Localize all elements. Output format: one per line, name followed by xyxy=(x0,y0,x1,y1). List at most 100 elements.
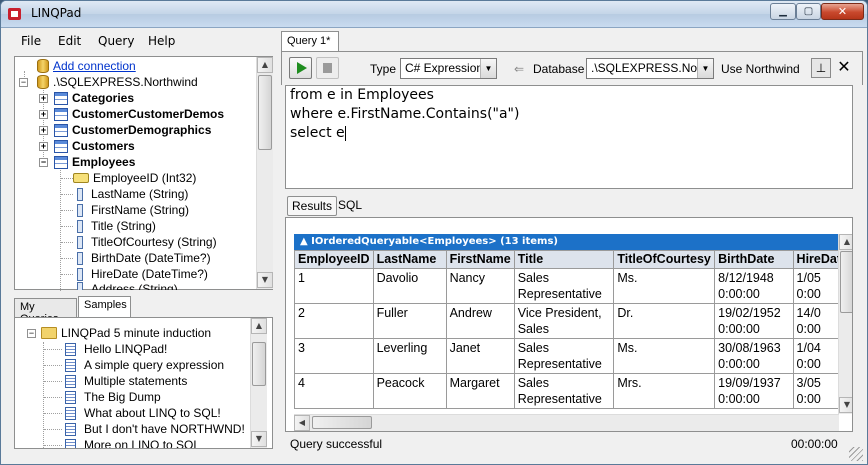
tab-samples[interactable]: Samples xyxy=(78,296,131,318)
sample-item[interactable]: What about LINQ to SQL! xyxy=(65,405,221,421)
table-cell: Peacock xyxy=(372,373,447,409)
document-icon xyxy=(65,390,76,404)
sample-item[interactable]: More on LINQ to SQL xyxy=(65,437,200,448)
table-cell: Dr. xyxy=(613,303,716,339)
scroll-thumb[interactable] xyxy=(840,251,852,313)
tab-results[interactable]: Results xyxy=(287,196,338,216)
chevron-down-icon[interactable]: ▼ xyxy=(480,59,496,78)
menu-help[interactable]: Help xyxy=(148,34,175,48)
menu-edit[interactable]: Edit xyxy=(58,34,81,48)
query-type-select[interactable]: C# Expression ▼ xyxy=(400,58,497,79)
scroll-down-icon[interactable]: ▼ xyxy=(839,397,852,413)
table-row[interactable]: 4 Peacock Margaret Sales Representative Mrs.… xyxy=(294,373,852,409)
schema-tree-scrollbar[interactable]: ▲ ▼ xyxy=(256,57,273,289)
menu-bar: File Edit Query Help xyxy=(1,29,276,53)
sample-item[interactable]: Hello LINQPad! xyxy=(65,341,167,357)
column-header[interactable]: LastName xyxy=(372,250,447,269)
maximize-button[interactable]: ▢ xyxy=(796,3,821,20)
primary-key-icon xyxy=(73,173,89,183)
table-row[interactable]: 3 Leverling Janet Sales Representative Ms. 30… xyxy=(294,338,852,374)
connection-node[interactable]: − .\SQLEXPRESS.Northwind xyxy=(19,74,198,90)
samples-folder-label: LINQPad 5 minute induction xyxy=(61,326,212,340)
scroll-left-icon[interactable]: ◀ xyxy=(294,415,310,431)
column-icon xyxy=(77,219,83,233)
sample-item[interactable]: The Big Dump xyxy=(65,389,161,405)
column-node[interactable]: FirstName (String) xyxy=(73,202,189,218)
column-header[interactable]: FirstName xyxy=(445,250,515,269)
pin-icon[interactable]: ⊥ xyxy=(811,58,831,78)
minimize-button[interactable]: ▁ xyxy=(770,3,796,20)
document-icon xyxy=(65,438,76,448)
resize-grip-icon[interactable] xyxy=(849,447,863,461)
query-toolbar: Type C# Expression ▼ ⇐ Database .\SQLEXP… xyxy=(281,51,863,85)
table-node-customerdemographics[interactable]: + CustomerDemographics xyxy=(39,122,211,138)
collapse-icon[interactable]: − xyxy=(39,157,48,167)
tab-sql[interactable]: SQL xyxy=(334,196,366,216)
table-icon xyxy=(54,155,68,169)
add-connection-link[interactable]: Add connection xyxy=(37,58,136,74)
table-node-customercustomerdemos[interactable]: + CustomerCustomerDemos xyxy=(39,106,224,122)
table-row[interactable]: 2 Fuller Andrew Vice President, Sales Dr. 19/… xyxy=(294,303,852,339)
database-icon xyxy=(37,59,49,73)
database-select[interactable]: .\SQLEXPRESS.Northwind ▼ xyxy=(586,58,714,79)
column-header[interactable]: BirthDate xyxy=(714,250,794,269)
column-header[interactable]: Title xyxy=(513,250,615,269)
menu-file[interactable]: File xyxy=(21,34,41,48)
sample-item[interactable]: Multiple statements xyxy=(65,373,187,389)
scroll-down-icon[interactable]: ▼ xyxy=(257,272,273,288)
column-header[interactable]: EmployeeID xyxy=(294,250,374,269)
column-label: Title (String) xyxy=(91,219,156,233)
scroll-down-icon[interactable]: ▼ xyxy=(251,431,267,447)
table-node-categories[interactable]: + Categories xyxy=(39,90,134,106)
column-node[interactable]: Title (String) xyxy=(73,218,156,234)
close-query-icon[interactable]: ✕ xyxy=(834,57,854,77)
column-node[interactable]: BirthDate (DateTime?) xyxy=(73,250,211,266)
scroll-thumb[interactable] xyxy=(312,416,372,429)
add-connection-label[interactable]: Add connection xyxy=(53,59,136,73)
results-vscrollbar[interactable]: ▲ ▼ xyxy=(838,234,852,414)
samples-scrollbar[interactable]: ▲ ▼ xyxy=(250,318,267,448)
menu-query[interactable]: Query xyxy=(98,34,134,48)
column-node[interactable]: LastName (String) xyxy=(73,186,188,202)
document-icon xyxy=(65,422,76,436)
column-header[interactable]: TitleOfCourtesy xyxy=(613,250,716,269)
scroll-up-icon[interactable]: ▲ xyxy=(839,234,852,250)
scroll-up-icon[interactable]: ▲ xyxy=(257,57,273,73)
tab-my-queries[interactable]: My Queries xyxy=(14,298,77,325)
expand-icon[interactable]: + xyxy=(39,141,48,151)
scroll-thumb[interactable] xyxy=(258,75,272,150)
run-query-button[interactable] xyxy=(289,57,312,79)
column-label: EmployeeID (Int32) xyxy=(93,171,197,185)
samples-panel: − LINQPad 5 minute induction Hello LINQP… xyxy=(14,317,273,449)
chevron-down-icon[interactable]: ▼ xyxy=(697,59,713,78)
column-node[interactable]: HireDate (DateTime?) xyxy=(73,266,208,282)
close-window-button[interactable]: ✕ xyxy=(821,3,864,20)
sample-label: Multiple statements xyxy=(84,374,188,388)
table-cell: 1 xyxy=(294,268,374,304)
query-editor[interactable]: from e in Employees where e.FirstName.Co… xyxy=(285,85,853,189)
table-label: CustomerDemographics xyxy=(72,123,212,137)
collapse-icon[interactable]: − xyxy=(27,328,36,338)
scroll-thumb[interactable] xyxy=(252,342,266,386)
results-header[interactable]: ▲ IOrderedQueryable<Employees> (13 items… xyxy=(294,234,839,250)
scroll-up-icon[interactable]: ▲ xyxy=(251,318,267,334)
table-node-employees[interactable]: − Employees xyxy=(39,154,135,170)
column-icon xyxy=(77,203,83,217)
column-node[interactable]: EmployeeID (Int32) xyxy=(73,170,196,186)
tab-query-1[interactable]: Query 1* xyxy=(281,31,339,51)
samples-folder-node[interactable]: − LINQPad 5 minute induction xyxy=(27,325,211,341)
table-node-customers[interactable]: + Customers xyxy=(39,138,135,154)
sample-item[interactable]: But I don't have NORTHWND! xyxy=(65,421,245,437)
column-label: BirthDate (DateTime?) xyxy=(91,251,211,265)
expand-icon[interactable]: + xyxy=(39,109,48,119)
connection-label: .\SQLEXPRESS.Northwind xyxy=(53,75,198,89)
stop-query-button[interactable] xyxy=(316,57,339,79)
column-node[interactable]: Address (String) xyxy=(73,282,178,290)
column-node[interactable]: TitleOfCourtesy (String) xyxy=(73,234,217,250)
collapse-icon[interactable]: − xyxy=(19,77,28,87)
results-hscrollbar[interactable]: ◀ xyxy=(294,414,839,431)
sample-item[interactable]: A simple query expression xyxy=(65,357,224,373)
expand-icon[interactable]: + xyxy=(39,125,48,135)
expand-icon[interactable]: + xyxy=(39,93,48,103)
table-row[interactable]: 1 Davolio Nancy Sales Representative Ms. 8/12… xyxy=(294,268,852,304)
